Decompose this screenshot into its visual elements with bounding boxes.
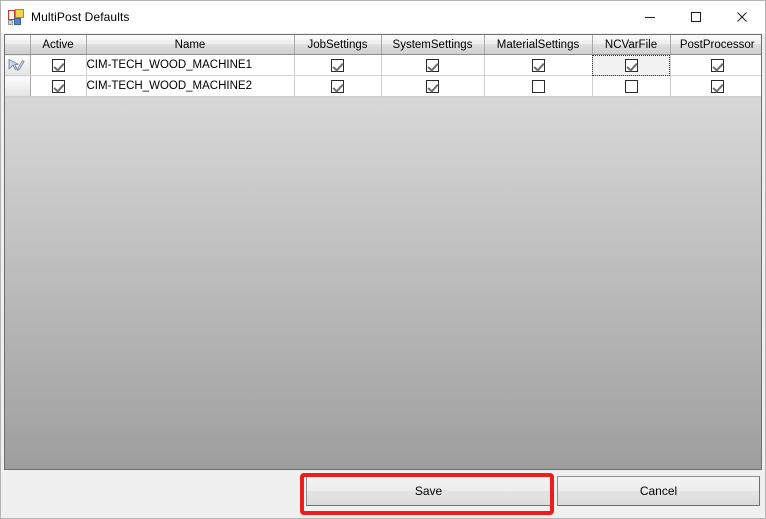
cell-ncvarfile-0[interactable] bbox=[592, 55, 670, 76]
table-row[interactable]: CIM-TECH_WOOD_MACHINE2 bbox=[5, 76, 762, 97]
minimize-button[interactable] bbox=[627, 1, 673, 32]
checkbox-jobsettings-0[interactable] bbox=[331, 59, 344, 72]
table-body: CIM-TECH_WOOD_MACHINE1 bbox=[5, 55, 762, 97]
machines-data-grid[interactable]: Active Name JobSettings SystemSettings M… bbox=[4, 34, 762, 470]
grid-empty-area bbox=[5, 97, 761, 469]
close-button[interactable] bbox=[719, 1, 765, 32]
column-header-rowselector[interactable] bbox=[5, 35, 30, 55]
column-header-jobsettings[interactable]: JobSettings bbox=[294, 35, 381, 55]
cell-materialsettings-1[interactable] bbox=[484, 76, 592, 97]
cell-postprocessor-1[interactable] bbox=[670, 76, 762, 97]
save-button[interactable]: Save bbox=[306, 476, 551, 506]
column-header-materialsettings[interactable]: MaterialSettings bbox=[484, 35, 592, 55]
table-row[interactable]: CIM-TECH_WOOD_MACHINE1 bbox=[5, 55, 762, 76]
cell-jobsettings-0[interactable] bbox=[294, 55, 381, 76]
cell-ncvarfile-1[interactable] bbox=[592, 76, 670, 97]
column-header-postprocessor[interactable]: PostProcessor bbox=[670, 35, 762, 55]
maximize-icon bbox=[690, 11, 702, 23]
cell-active-1[interactable] bbox=[30, 76, 86, 97]
column-header-ncvarfile[interactable]: NCVarFile bbox=[592, 35, 670, 55]
cell-active-0[interactable] bbox=[30, 55, 86, 76]
maximize-button[interactable] bbox=[673, 1, 719, 32]
checkbox-systemsettings-0[interactable] bbox=[426, 59, 439, 72]
checkbox-ncvarfile-1[interactable] bbox=[625, 80, 638, 93]
checkbox-systemsettings-1[interactable] bbox=[426, 80, 439, 93]
cell-materialsettings-0[interactable] bbox=[484, 55, 592, 76]
checkbox-jobsettings-1[interactable] bbox=[331, 80, 344, 93]
cell-jobsettings-1[interactable] bbox=[294, 76, 381, 97]
button-row: Save Cancel bbox=[1, 470, 766, 518]
edit-pencil-icon bbox=[8, 58, 26, 72]
dialog-button-panel: Save Cancel bbox=[1, 470, 765, 518]
window-controls bbox=[627, 1, 765, 32]
app-window-icon bbox=[8, 9, 24, 25]
checkbox-active-1[interactable] bbox=[52, 80, 65, 93]
checkbox-active-0[interactable] bbox=[52, 59, 65, 72]
column-header-active[interactable]: Active bbox=[30, 35, 86, 55]
checkbox-materialsettings-0[interactable] bbox=[532, 59, 545, 72]
machines-table: Active Name JobSettings SystemSettings M… bbox=[5, 35, 762, 97]
checkbox-postprocessor-1[interactable] bbox=[711, 80, 724, 93]
column-header-systemsettings[interactable]: SystemSettings bbox=[381, 35, 484, 55]
cell-name-1[interactable]: CIM-TECH_WOOD_MACHINE2 bbox=[86, 76, 294, 97]
minimize-icon bbox=[644, 11, 656, 23]
checkbox-materialsettings-1[interactable] bbox=[532, 80, 545, 93]
window-title: MultiPost Defaults bbox=[31, 10, 130, 24]
checkbox-postprocessor-0[interactable] bbox=[711, 59, 724, 72]
table-header-row: Active Name JobSettings SystemSettings M… bbox=[5, 35, 762, 55]
cell-systemsettings-0[interactable] bbox=[381, 55, 484, 76]
title-bar[interactable]: MultiPost Defaults bbox=[1, 1, 765, 33]
cell-name-0[interactable]: CIM-TECH_WOOD_MACHINE1 bbox=[86, 55, 294, 76]
column-header-name[interactable]: Name bbox=[86, 35, 294, 55]
cell-postprocessor-0[interactable] bbox=[670, 55, 762, 76]
checkbox-ncvarfile-0[interactable] bbox=[625, 59, 638, 72]
row-header-1[interactable] bbox=[5, 76, 30, 97]
close-icon bbox=[736, 11, 748, 23]
row-header-0[interactable] bbox=[5, 55, 30, 76]
cancel-button[interactable]: Cancel bbox=[557, 476, 760, 506]
multipost-defaults-window: MultiPost Defaults bbox=[0, 0, 766, 519]
cell-systemsettings-1[interactable] bbox=[381, 76, 484, 97]
